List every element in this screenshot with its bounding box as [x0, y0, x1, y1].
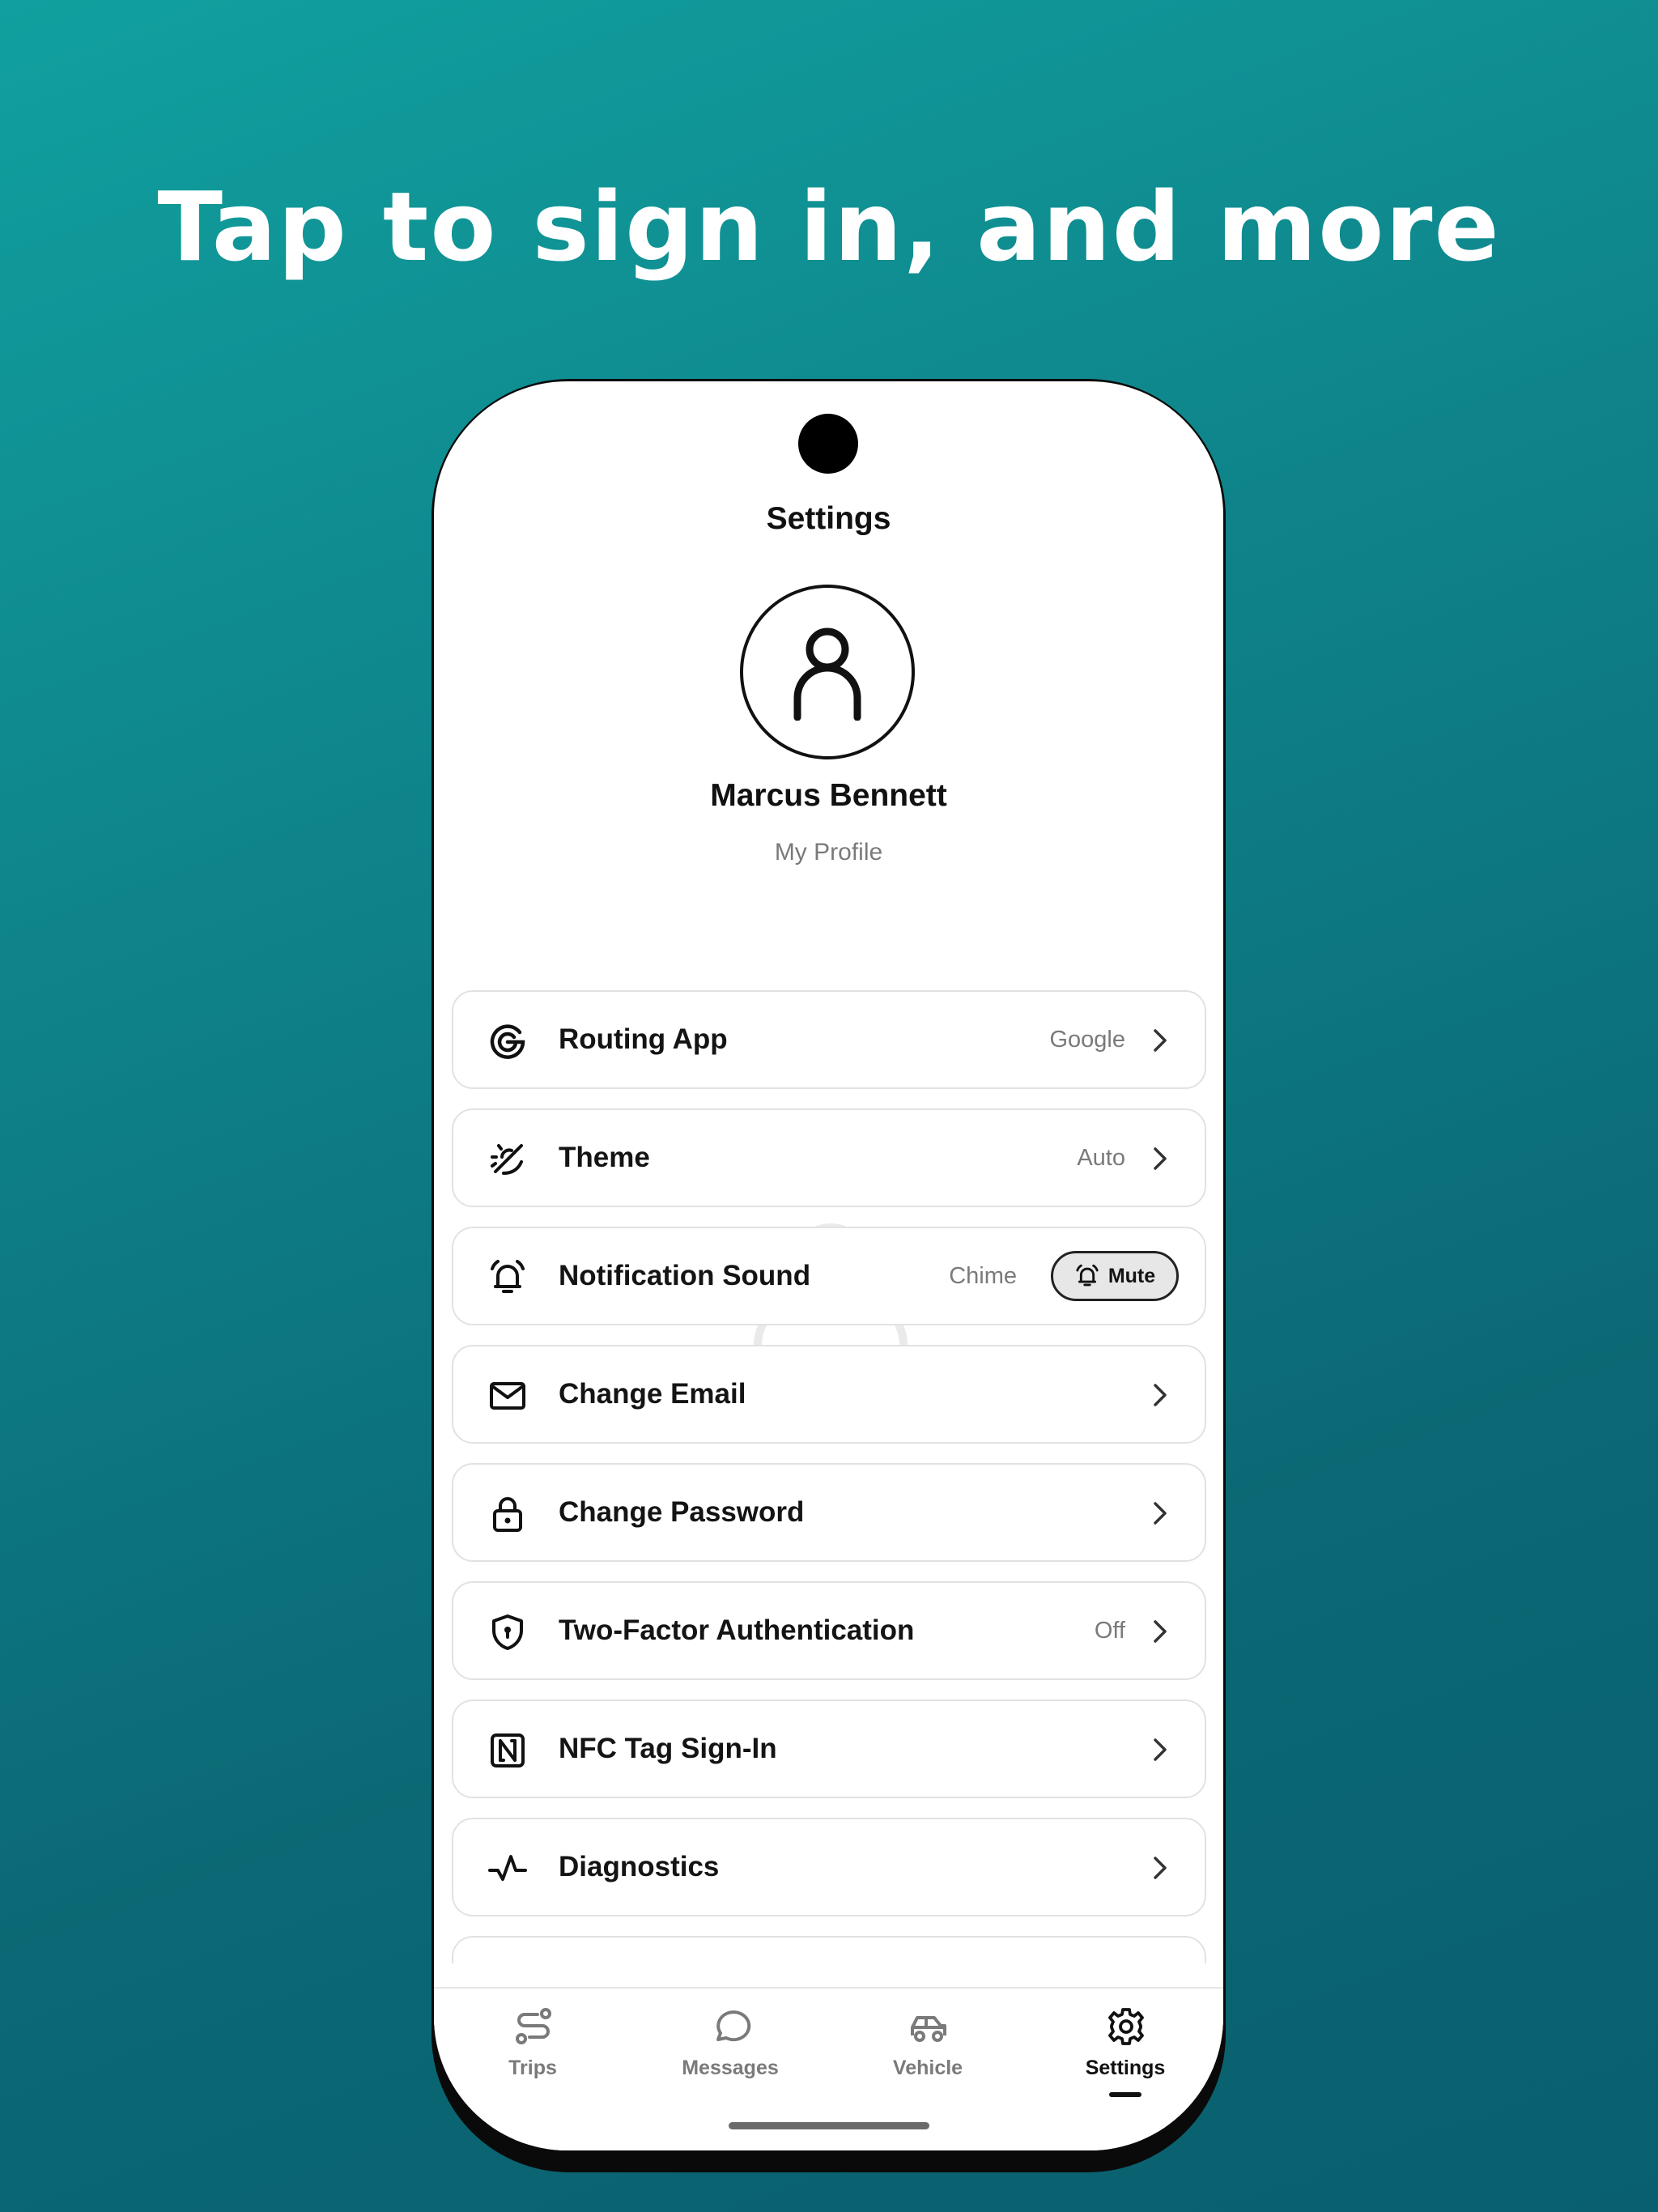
setting-label: Change Password [559, 1496, 805, 1528]
tab-messages[interactable]: Messages [631, 1989, 829, 2118]
front-camera [798, 414, 858, 474]
active-tab-indicator [1109, 2092, 1141, 2097]
setting-label: NFC Tag Sign-In [559, 1733, 777, 1764]
bell-icon [1076, 1264, 1099, 1287]
setting-row-routing-app[interactable]: Routing App Google [452, 990, 1206, 1089]
chevron-right-icon [1154, 1620, 1167, 1643]
my-profile-link[interactable]: My Profile [434, 839, 1223, 866]
setting-value: Chime [949, 1263, 1017, 1289]
setting-label: Routing App [559, 1023, 728, 1055]
setting-row-change-password[interactable]: Change Password [452, 1463, 1206, 1562]
mute-label: Mute [1107, 1264, 1156, 1287]
pulse-icon [488, 1855, 527, 1881]
setting-label: Diagnostics [559, 1851, 720, 1882]
headline: Tap to sign in, and more [157, 171, 1501, 283]
setting-row-partial[interactable] [452, 1936, 1206, 1963]
setting-label: Two-Factor Authentication [559, 1614, 915, 1646]
profile-name: Marcus Bennett [710, 778, 947, 813]
lock-icon [493, 1497, 522, 1532]
tab-label: Settings [1085, 2057, 1166, 2079]
route-icon [516, 2008, 551, 2044]
tab-label: Trips [508, 2057, 557, 2079]
setting-row-change-email[interactable]: Change Email [452, 1345, 1206, 1444]
chevron-right-icon [1154, 1738, 1167, 1761]
chevron-right-icon [1154, 1502, 1167, 1525]
car-icon [911, 2016, 946, 2042]
setting-row-two-factor[interactable]: Two-Factor Authentication Off [452, 1581, 1206, 1680]
gear-icon [1108, 2008, 1144, 2045]
tab-vehicle[interactable]: Vehicle [829, 1989, 1027, 2118]
setting-row-diagnostics[interactable]: Diagnostics [452, 1818, 1206, 1916]
chevron-right-icon [1154, 1857, 1167, 1879]
setting-label: Notification Sound [559, 1260, 811, 1291]
tab-label: Vehicle [892, 2057, 963, 2079]
chevron-right-icon [1154, 1384, 1167, 1406]
tab-trips[interactable]: Trips [434, 1989, 631, 2118]
envelope-icon [490, 1382, 525, 1410]
setting-label: Change Email [559, 1378, 746, 1410]
setting-value: Auto [1077, 1145, 1125, 1171]
tab-label: Messages [682, 2057, 779, 2079]
avatar[interactable] [740, 585, 915, 759]
setting-row-nfc-sign-in[interactable]: NFC Tag Sign-In [452, 1699, 1206, 1798]
chevron-right-icon [1154, 1147, 1167, 1170]
chat-bubble-icon [716, 2010, 751, 2042]
setting-row-theme[interactable]: Theme Auto [452, 1108, 1206, 1207]
user-icon [793, 627, 861, 721]
bell-icon [491, 1260, 525, 1293]
mute-button[interactable]: Mute [1051, 1251, 1179, 1301]
shield-icon [492, 1614, 523, 1650]
page-title: Settings [766, 501, 891, 536]
nfc-icon [491, 1733, 525, 1767]
chevron-right-icon [1154, 1029, 1167, 1052]
tab-settings[interactable]: Settings [1027, 1989, 1223, 2118]
home-indicator[interactable] [729, 2122, 929, 2129]
setting-value: Google [1049, 1027, 1125, 1053]
setting-label: Theme [559, 1142, 650, 1173]
phone-screen: Settings Marcus Bennett My Profile Routi… [434, 381, 1223, 2150]
setting-row-notification-sound[interactable]: Notification Sound Chime Mute [452, 1227, 1206, 1325]
setting-value: Off [1094, 1618, 1125, 1644]
theme-auto-icon [491, 1144, 523, 1175]
settings-list: Routing App Google Theme Auto Notificati… [452, 990, 1206, 1963]
google-g-icon [490, 1024, 525, 1059]
